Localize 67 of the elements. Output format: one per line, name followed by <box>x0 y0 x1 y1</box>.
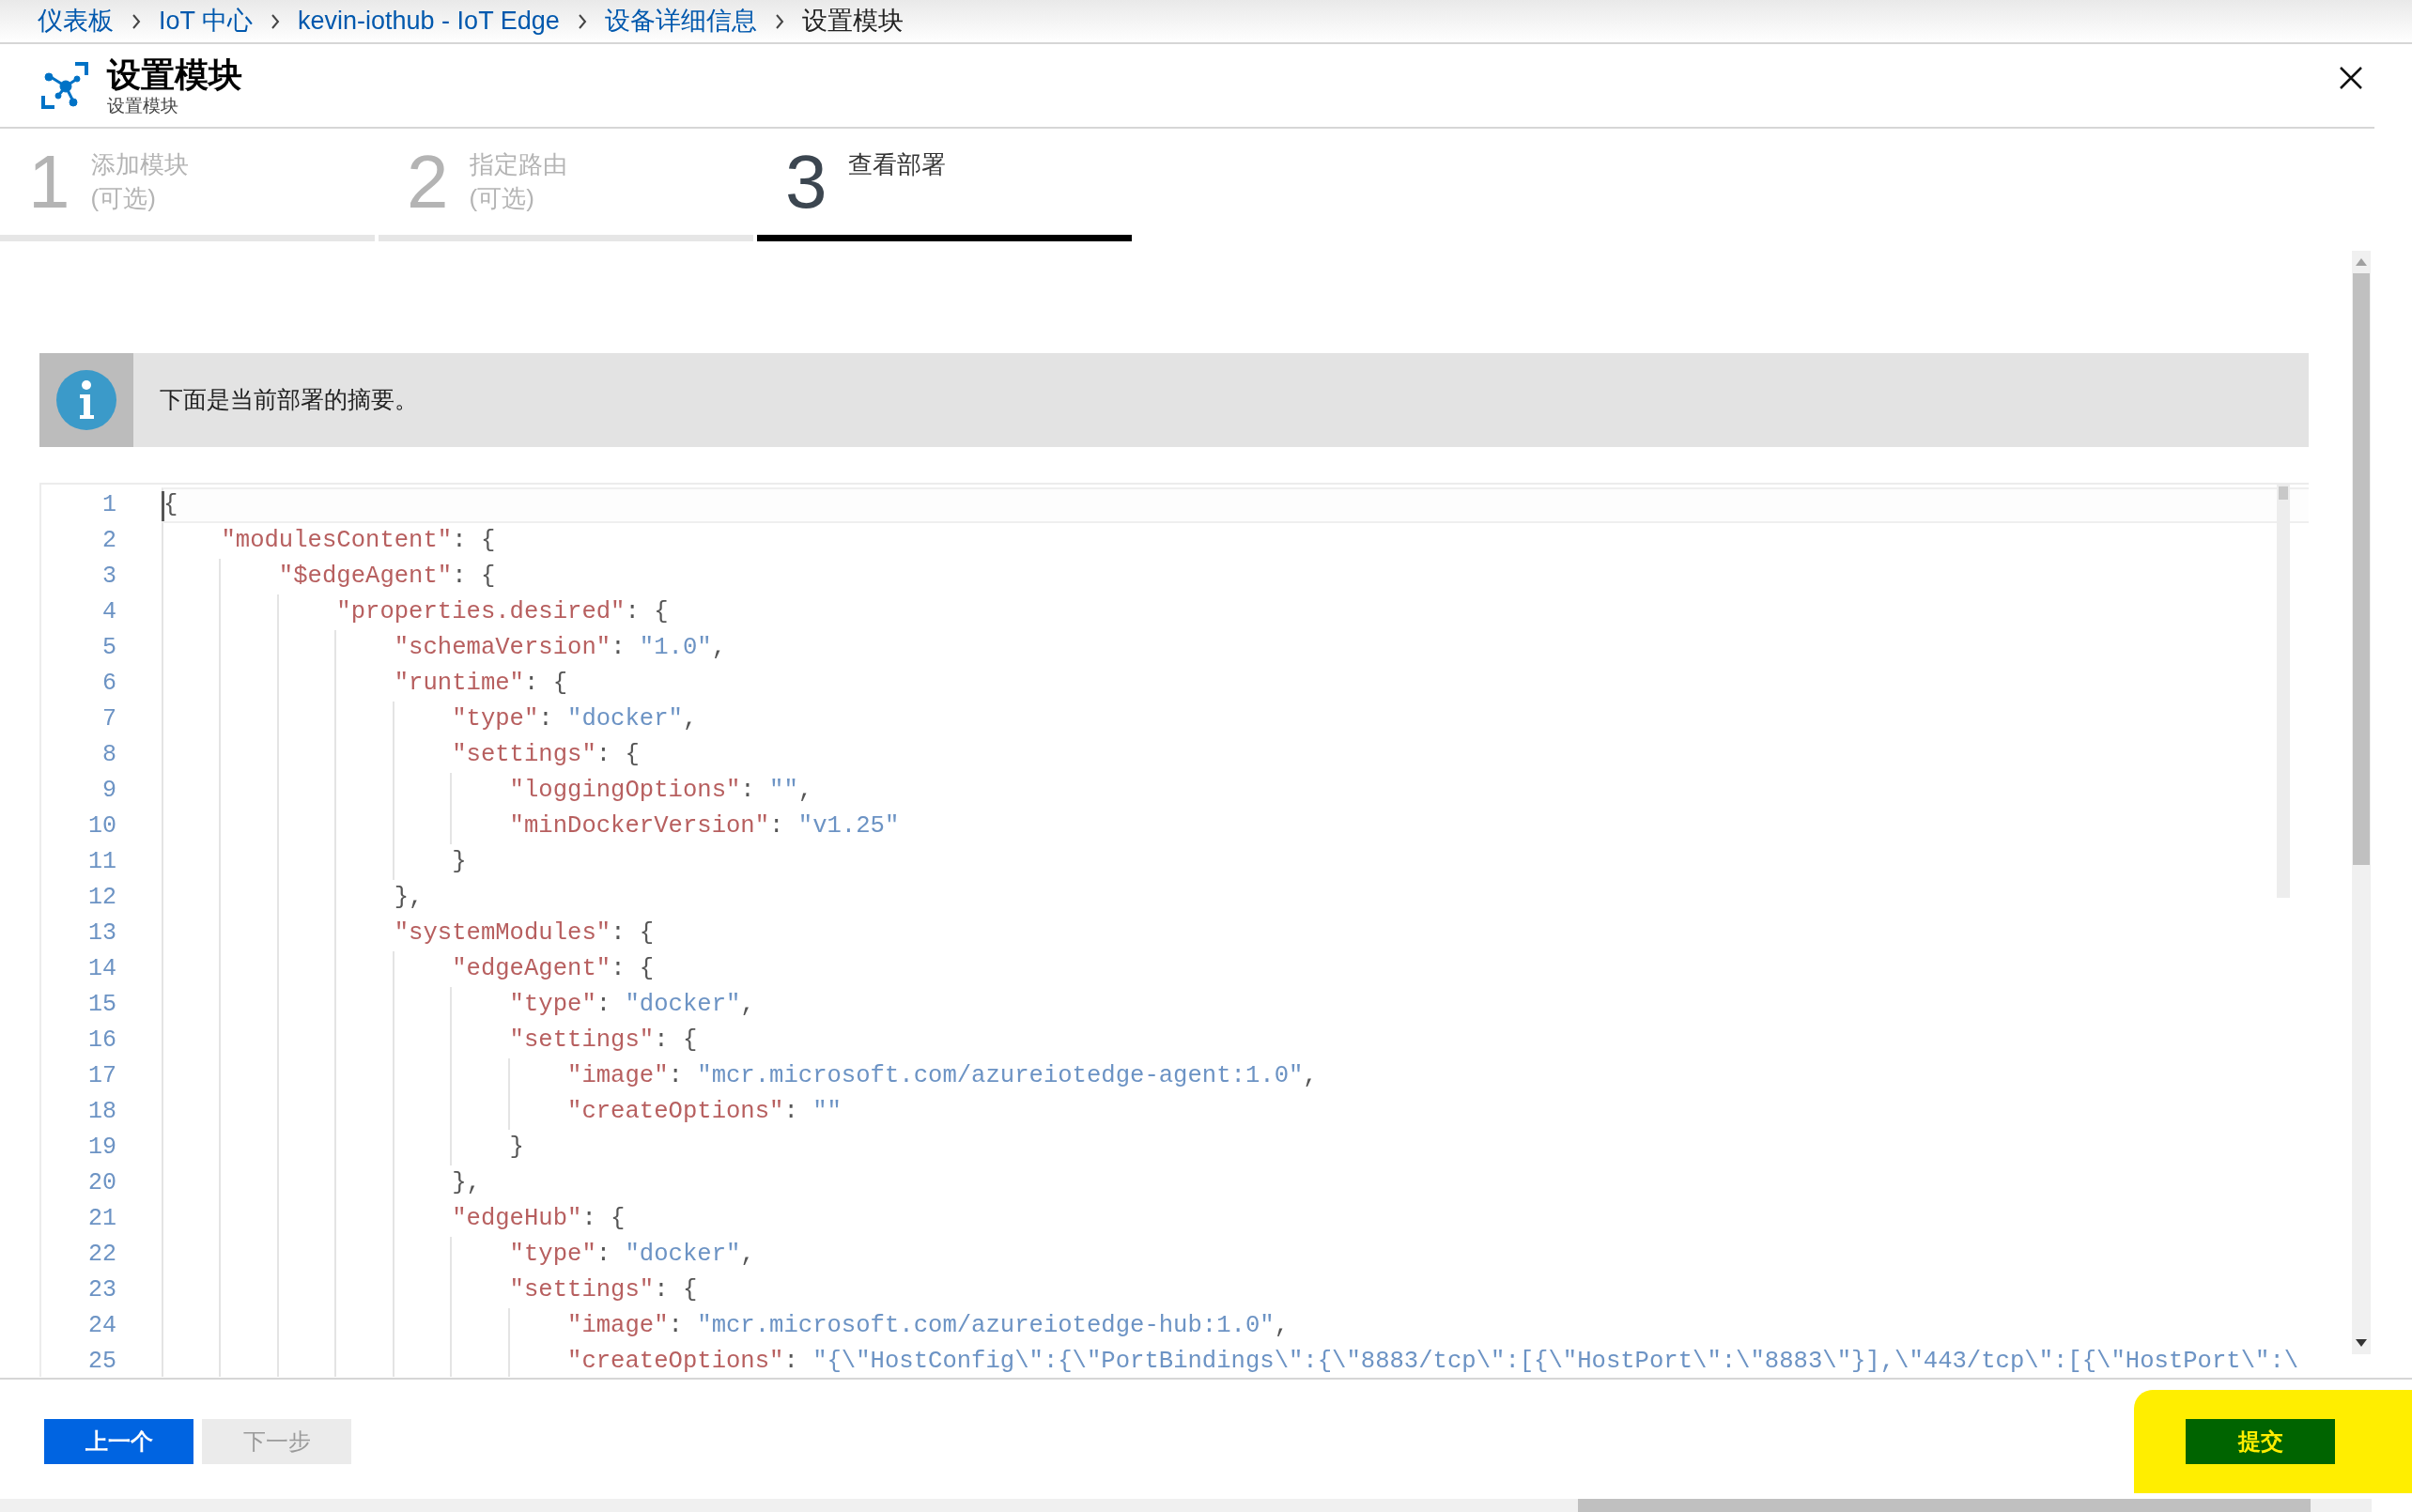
breadcrumb-link[interactable]: kevin-iothub - IoT Edge <box>298 2 560 40</box>
line-number: 16 <box>87 1026 116 1057</box>
code-line: "settings": { <box>451 739 640 770</box>
line-number: 23 <box>87 1275 116 1306</box>
step-tab[interactable]: 3 查看部署 <box>757 129 1132 241</box>
code-line: "properties.desired": { <box>335 596 669 627</box>
info-icon <box>56 370 116 430</box>
code-line: } <box>508 1132 524 1163</box>
line-number: 24 <box>87 1311 116 1342</box>
line-number: 11 <box>87 847 116 878</box>
code-line: "createOptions": "" <box>566 1096 842 1127</box>
code-line: }, <box>451 1167 481 1198</box>
line-number: 4 <box>101 597 116 628</box>
code-line: "settings": { <box>508 1274 698 1305</box>
code-line: "loggingOptions": "", <box>508 775 813 806</box>
line-number: 14 <box>87 954 116 985</box>
breadcrumb-link[interactable]: IoT 中心 <box>159 2 254 40</box>
code-line: "edgeHub": { <box>451 1203 626 1234</box>
code-line: "image": "mcr.microsoft.com/azureiotedge-agent:1.0", <box>566 1060 1318 1091</box>
breadcrumb-link[interactable]: 设备详细信息 <box>604 2 757 40</box>
line-number: 1 <box>101 490 116 521</box>
line-number: 12 <box>87 883 116 914</box>
previous-button[interactable]: 上一个 <box>44 1418 193 1464</box>
code-line: { <box>163 489 178 520</box>
breadcrumb-link[interactable]: 仪表板 <box>38 2 114 40</box>
code-line: "createOptions": "{\"HostConfig\":{\"PortBindings\":{\"8883/tcp\":[{\"HostPort\":\"8883\"}],\"443/tcp\":[{\"HostPort\":\ <box>566 1346 2299 1377</box>
code-line: "type": "docker", <box>508 1239 755 1270</box>
line-number: 3 <box>101 562 116 593</box>
code-line: "image": "mcr.microsoft.com/azureiotedge-hub:1.0", <box>566 1310 1289 1341</box>
line-number: 2 <box>101 526 116 557</box>
scroll-down-arrow-icon[interactable] <box>2356 1339 2367 1349</box>
vertical-scrollbar[interactable] <box>2352 251 2371 1354</box>
code-line: "edgeAgent": { <box>451 953 655 984</box>
code-line: "$edgeAgent": { <box>277 561 496 592</box>
line-number: 25 <box>87 1347 116 1377</box>
code-line: "modulesContent": { <box>220 525 496 556</box>
line-number: 21 <box>87 1204 116 1235</box>
line-number: 15 <box>87 990 116 1021</box>
code-line: "schemaVersion": "1.0", <box>393 632 726 663</box>
horizontal-scrollbar[interactable] <box>0 1499 2372 1512</box>
line-number: 10 <box>87 811 116 842</box>
blade-subtitle: 设置模块 <box>107 96 179 116</box>
breadcrumb-current: 设置模块 <box>801 6 904 38</box>
line-number: 7 <box>101 704 116 735</box>
code-line: }, <box>393 882 424 913</box>
code-line: "type": "docker", <box>508 989 755 1020</box>
code-line: } <box>451 846 467 877</box>
code-line: "minDockerVersion": "v1.25" <box>508 810 900 841</box>
line-number: 9 <box>101 776 116 807</box>
line-number: 19 <box>87 1133 116 1164</box>
code-line: "systemModules": { <box>393 918 655 949</box>
line-number: 17 <box>87 1061 116 1092</box>
code-line: "settings": { <box>508 1025 698 1056</box>
code-line: "runtime": { <box>393 668 568 699</box>
info-message: 下面是当前部署的摘要。 <box>160 385 418 415</box>
line-number: 13 <box>87 918 116 949</box>
line-number: 8 <box>101 740 116 771</box>
blade-title: 设置模块 <box>107 54 242 96</box>
submit-button[interactable]: 提交 <box>2186 1418 2335 1464</box>
line-number: 18 <box>87 1097 116 1128</box>
line-number: 22 <box>87 1240 116 1271</box>
editor-scrollbar[interactable] <box>2277 485 2290 898</box>
code-line: "type": "docker", <box>451 703 698 734</box>
line-number: 6 <box>101 669 116 700</box>
line-number: 20 <box>87 1168 116 1199</box>
scroll-up-arrow-icon[interactable] <box>2356 256 2367 266</box>
line-number: 5 <box>101 633 116 664</box>
